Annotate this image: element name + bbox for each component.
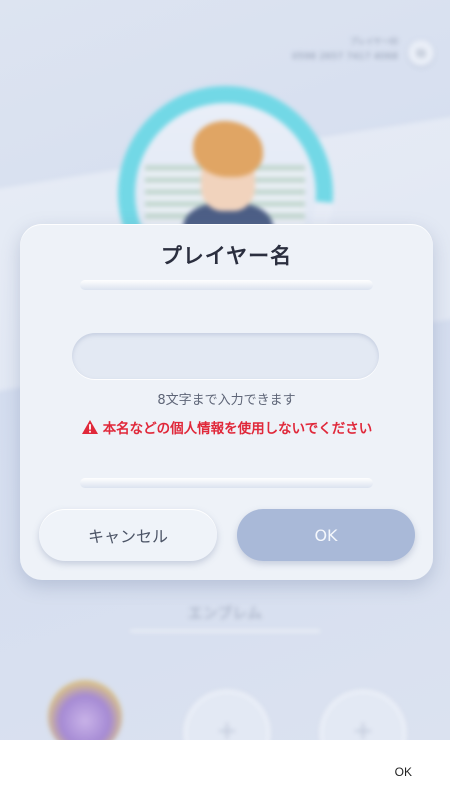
emblem-heading: エンブレム xyxy=(187,604,263,622)
emblem-divider xyxy=(130,630,320,632)
keyboard-accessory-bar: OK xyxy=(0,740,450,800)
cancel-button[interactable]: キャンセル xyxy=(39,509,217,561)
emblem-slot-empty: + xyxy=(184,690,270,740)
player-id-value: 0598 2657 7417 4068 xyxy=(292,52,398,62)
character-limit-hint: 8文字まで入力できます xyxy=(157,393,296,408)
player-id-label: プレイヤーID xyxy=(349,37,398,46)
privacy-warning-text: 本名などの個人情報を使用しないでください xyxy=(102,421,373,437)
emblem-badge xyxy=(48,680,122,740)
plus-icon: + xyxy=(216,716,238,740)
plus-icon: + xyxy=(352,716,374,740)
dialog-divider-top xyxy=(80,280,373,290)
keyboard-ok-button[interactable]: OK xyxy=(395,765,412,779)
warning-triangle-icon xyxy=(81,420,98,434)
privacy-warning: 本名などの個人情報を使用しないでください xyxy=(20,417,433,437)
player-name-dialog: プレイヤー名 8文字まで入力できます 本名などの個人情報を使用しないでください … xyxy=(20,224,433,580)
dialog-title: プレイヤー名 xyxy=(160,244,293,268)
dialog-divider-bottom xyxy=(80,478,373,488)
player-name-input[interactable] xyxy=(72,333,379,379)
ok-button[interactable]: OK xyxy=(237,509,415,561)
copy-icon: ⧉ xyxy=(408,40,434,66)
emblem-slot-empty: + xyxy=(320,690,406,740)
